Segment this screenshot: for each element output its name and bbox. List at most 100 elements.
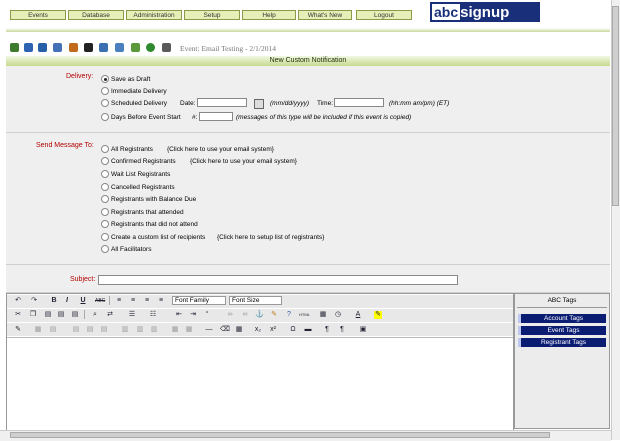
- recipient-radio[interactable]: [101, 208, 109, 216]
- split-cells-icon[interactable]: ▦: [171, 326, 179, 334]
- recipient-radio[interactable]: [101, 233, 109, 241]
- blockquote-icon[interactable]: “: [203, 311, 211, 319]
- cleanup-icon[interactable]: ✎: [270, 311, 278, 319]
- visual-aid-icon[interactable]: ▦: [235, 326, 243, 334]
- align-center-icon[interactable]: ≡: [129, 297, 137, 305]
- edit-icon[interactable]: [38, 43, 47, 52]
- globe-icon[interactable]: [24, 43, 33, 52]
- account-tags-button[interactable]: Account Tags: [518, 314, 606, 323]
- strikethrough-icon[interactable]: ABC: [95, 297, 105, 305]
- cut-icon[interactable]: ✂: [14, 311, 22, 319]
- horizontal-rule-icon[interactable]: —: [205, 326, 213, 334]
- vertical-scroll-thumb[interactable]: [612, 6, 619, 206]
- recipient-label: Create a custom list of recipients: [111, 234, 206, 241]
- nav-events[interactable]: Events: [10, 10, 66, 20]
- anchor-icon[interactable]: ⚓: [255, 311, 264, 319]
- delete-column-icon[interactable]: ▥: [150, 326, 158, 334]
- report-icon[interactable]: [131, 43, 140, 52]
- row-after-icon[interactable]: ▤: [86, 326, 94, 334]
- underline-icon[interactable]: U: [79, 297, 87, 305]
- date-input[interactable]: [197, 98, 247, 107]
- nav-database[interactable]: Database: [68, 10, 124, 20]
- event-tags-button[interactable]: Event Tags: [518, 326, 606, 335]
- document-icon[interactable]: [99, 43, 108, 52]
- recipient-radio[interactable]: [101, 195, 109, 203]
- recipient-radio[interactable]: [101, 183, 109, 191]
- insert-time-icon[interactable]: ◷: [334, 311, 342, 319]
- delivery-days-before-radio[interactable]: [101, 113, 109, 121]
- table-icon[interactable]: ▦: [34, 326, 42, 334]
- text-color-icon[interactable]: A: [354, 311, 362, 319]
- paste-word-icon[interactable]: ▤: [71, 311, 79, 319]
- html-source-icon[interactable]: HTML: [299, 311, 310, 319]
- align-right-icon[interactable]: ≡: [143, 297, 151, 305]
- days-input[interactable]: [199, 112, 233, 121]
- subscript-icon[interactable]: x₂: [254, 326, 262, 334]
- recipient-radio[interactable]: [101, 245, 109, 253]
- tools-icon[interactable]: [84, 43, 93, 52]
- paste-text-icon[interactable]: ▤: [57, 311, 65, 319]
- table-row-icon[interactable]: ▤: [49, 326, 57, 334]
- media-icon[interactable]: ▬: [304, 326, 312, 334]
- home-icon[interactable]: [10, 43, 19, 52]
- recipient-radio[interactable]: [101, 170, 109, 178]
- highlight-color-icon[interactable]: ✎: [374, 311, 382, 319]
- email-system-link[interactable]: {Click here to use your email system}: [167, 146, 274, 153]
- replace-icon[interactable]: ⇄: [106, 311, 114, 319]
- find-icon[interactable]: ⌕: [91, 311, 99, 319]
- insert-date-icon[interactable]: ▦: [319, 311, 327, 319]
- special-char-icon[interactable]: Ω: [289, 326, 297, 334]
- copy-icon[interactable]: ❐: [29, 311, 37, 319]
- email-system-link[interactable]: {Click here to use your email system}: [190, 158, 297, 165]
- edit-css-icon[interactable]: ✎: [14, 326, 22, 334]
- column-before-icon[interactable]: ▥: [121, 326, 129, 334]
- remove-format-icon[interactable]: ⌫: [220, 326, 230, 334]
- outdent-icon[interactable]: ⇤: [175, 311, 183, 319]
- nav-setup[interactable]: Setup: [184, 10, 240, 20]
- recipient-radio[interactable]: [101, 157, 109, 165]
- unlink-icon[interactable]: ∞: [241, 311, 249, 319]
- delivery-save-draft-radio[interactable]: [101, 75, 109, 83]
- email-icon[interactable]: [115, 43, 124, 52]
- delivery-immediate-radio[interactable]: [101, 87, 109, 95]
- bold-icon[interactable]: B: [50, 297, 58, 305]
- font-size-select[interactable]: Font Size: [229, 296, 282, 305]
- column-after-icon[interactable]: ▥: [136, 326, 144, 334]
- row-before-icon[interactable]: ▤: [72, 326, 80, 334]
- calendar-picker-icon[interactable]: [254, 99, 264, 109]
- recipient-radio[interactable]: [101, 145, 109, 153]
- rtl-icon[interactable]: ¶: [338, 326, 346, 334]
- horizontal-scroll-thumb[interactable]: [10, 432, 550, 438]
- delete-row-icon[interactable]: ▤: [100, 326, 108, 334]
- nav-help[interactable]: Help: [242, 10, 296, 20]
- align-justify-icon[interactable]: ≡: [157, 297, 165, 305]
- registrant-tags-button[interactable]: Registrant Tags: [518, 338, 606, 347]
- ltr-icon[interactable]: ¶: [323, 326, 331, 334]
- time-input[interactable]: [334, 98, 384, 107]
- nav-administration[interactable]: Administration: [126, 10, 182, 20]
- indent-icon[interactable]: ⇥: [189, 311, 197, 319]
- font-family-select[interactable]: Font Family: [172, 296, 226, 305]
- superscript-icon[interactable]: x²: [269, 326, 277, 334]
- redo-icon[interactable]: ↷: [30, 297, 38, 305]
- italic-icon[interactable]: I: [63, 297, 71, 305]
- users-icon[interactable]: [69, 43, 78, 52]
- delivery-scheduled-radio[interactable]: [101, 99, 109, 107]
- fullscreen-icon[interactable]: ▣: [359, 326, 367, 334]
- nav-whats-new[interactable]: What's New: [298, 10, 352, 20]
- numbered-list-icon[interactable]: ☷: [149, 311, 157, 319]
- recipient-radio[interactable]: [101, 220, 109, 228]
- dollar-icon[interactable]: [146, 43, 155, 52]
- paste-icon[interactable]: ▤: [44, 311, 52, 319]
- nav-logout[interactable]: Logout: [356, 10, 412, 20]
- print-icon[interactable]: [162, 43, 171, 52]
- link-icon[interactable]: ∞: [226, 311, 234, 319]
- calendar-icon[interactable]: [53, 43, 62, 52]
- bullet-list-icon[interactable]: ☰: [128, 311, 136, 319]
- merge-cells-icon[interactable]: ▦: [185, 326, 193, 334]
- undo-icon[interactable]: ↶: [14, 297, 22, 305]
- setup-list-link[interactable]: {Click here to setup list of registrants…: [217, 234, 324, 241]
- help-icon[interactable]: ?: [285, 311, 293, 319]
- align-left-icon[interactable]: ≡: [115, 297, 123, 305]
- subject-input[interactable]: [98, 275, 458, 285]
